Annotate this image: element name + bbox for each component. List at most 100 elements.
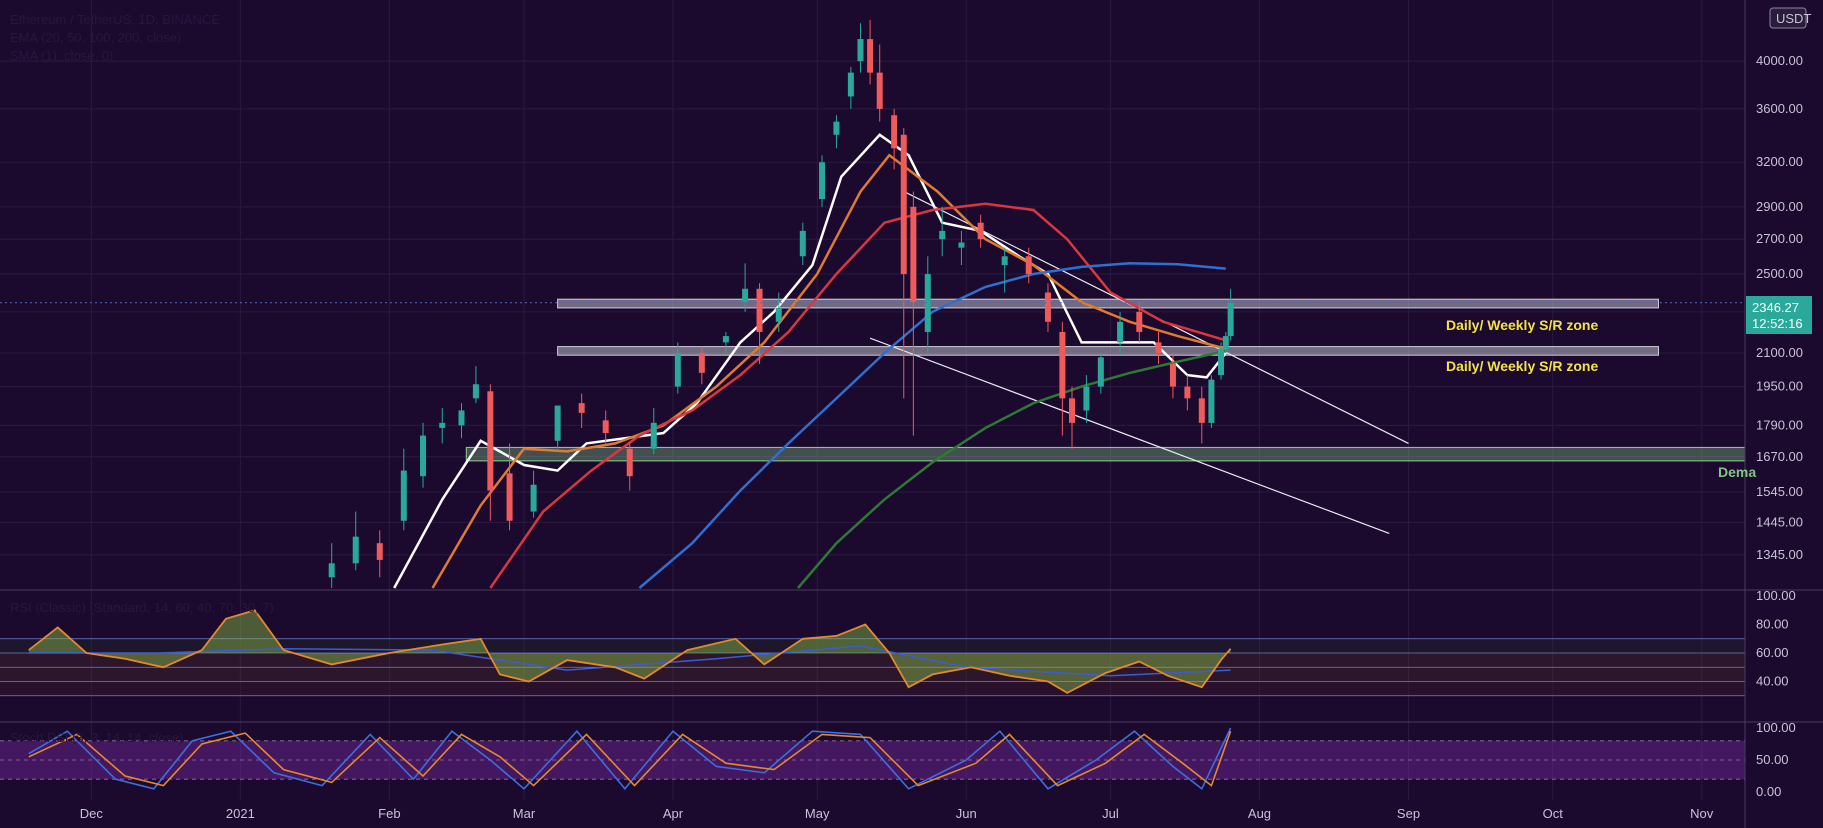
candle-body [939,230,946,240]
candle-body [458,410,465,426]
y-tick-label: 2500.00 [1756,266,1803,281]
candle-body [1184,386,1191,399]
candle-body [1097,357,1104,387]
x-tick-label: Dec [80,806,104,821]
trading-chart[interactable]: Dec 2021 Feb Mar Apr May Jun Jul Aug Sep Oct Nov 400… [0,0,1823,828]
rsi-lower-band [0,681,1745,696]
candle-body [1001,256,1008,266]
candle-body [799,230,806,257]
candle-body [554,405,561,441]
candle-body [977,222,984,240]
y-tick-label: 2900.00 [1756,199,1803,214]
candle-body [530,484,537,512]
candle-body [1136,311,1143,332]
candle-body [833,121,840,135]
x-tick-label: Aug [1248,806,1271,821]
candle-body [1155,342,1162,354]
x-tick-label: Feb [378,806,400,821]
candle-body [1117,321,1124,343]
symbol-legend: Ethereum / TetherUS, 1D, BINANCE [10,12,220,27]
candle-body [420,435,427,477]
candle-body [602,420,609,434]
x-tick-label: Jun [956,806,977,821]
candle-body [1044,292,1051,322]
sr-zone [557,298,1659,309]
candle-body [1222,336,1229,349]
candle-body [1083,386,1090,411]
candle-body [650,422,657,449]
candle-body [891,115,898,149]
candle-body [1068,398,1075,423]
candle-body [775,307,782,322]
x-tick-label: Apr [663,806,684,821]
candle-body [376,543,383,560]
currency-badge-text: USDT [1776,11,1811,26]
candle-body [506,473,513,521]
sr-zone [557,346,1659,356]
candle-body [1025,256,1032,275]
y-tick-label: 3600.00 [1756,101,1803,116]
candle-body [400,470,407,521]
candle-body [1198,398,1205,423]
candle-body [674,353,681,387]
candle-body [857,39,864,62]
candle-body [578,403,585,413]
candle-body [910,206,917,303]
y-tick-label: 1445.00 [1756,514,1803,529]
candle-body [847,72,854,97]
demand-zone-label: Dema [1718,464,1756,480]
candle-body [1227,302,1234,337]
rsi-legend: RSI (Classic) (Standard, 14, 60, 40, 70,… [10,600,274,615]
candle-body [1059,331,1066,399]
rsi-tick-label: 80.00 [1756,617,1789,632]
sma-legend: SMA (1), close, 0) [10,48,113,63]
candle-body [819,162,826,200]
candle-body [1208,379,1215,423]
price-tag-price: 2346.27 [1752,300,1799,315]
stoch-tick-label: 0.00 [1756,784,1781,799]
candle-body [487,391,494,491]
candle-body [626,448,633,477]
candle-body [958,242,965,248]
candle-body [328,563,335,578]
y-tick-label: 1345.00 [1756,547,1803,562]
x-tick-label: Oct [1543,806,1564,821]
candle-body [867,39,874,73]
y-tick-label: 1670.00 [1756,449,1803,464]
stoch-tick-label: 100.00 [1756,720,1796,735]
candle-body [439,422,446,428]
candle-body [742,288,749,303]
x-tick-label: Nov [1690,806,1714,821]
rsi-tick-label: 100.00 [1756,588,1796,603]
x-tick-label: Jul [1102,806,1119,821]
candle-body [876,72,883,109]
candle-body [722,336,729,343]
x-tick-label: Sep [1397,806,1420,821]
y-tick-label: 2700.00 [1756,231,1803,246]
y-tick-label: 4000.00 [1756,53,1803,68]
rsi-tick-label: 40.00 [1756,674,1789,689]
candle-body [900,134,907,275]
price-tag-countdown: 12:52:16 [1752,316,1803,331]
ema-legend: EMA (20, 50, 100, 200, close) [10,30,181,45]
x-tick-label: May [805,806,830,821]
y-tick-label: 3200.00 [1756,154,1803,169]
y-tick-label: 2100.00 [1756,345,1803,360]
candle-body [352,536,359,564]
stoch-tick-label: 50.00 [1756,752,1789,767]
stoch-legend: Stoch RSI (3, 3, 14, 14, close) [10,730,183,745]
candle-body [1169,363,1176,387]
sr-zone-label-upper: Daily/ Weekly S/R zone [1446,317,1598,333]
x-tick-label: Mar [513,806,536,821]
y-tick-label: 1545.00 [1756,484,1803,499]
chart-root: Dec 2021 Feb Mar Apr May Jun Jul Aug Sep Oct Nov 400… [0,0,1823,828]
chart-background [0,0,1823,828]
candle-body [472,384,479,399]
demand-zone [465,446,1746,462]
x-tick-label: 2021 [226,806,255,821]
rsi-tick-label: 60.00 [1756,645,1789,660]
candle-body [756,288,763,332]
y-tick-label: 1790.00 [1756,417,1803,432]
candle-body [1218,348,1225,376]
sr-zone-label-lower: Daily/ Weekly S/R zone [1446,358,1598,374]
